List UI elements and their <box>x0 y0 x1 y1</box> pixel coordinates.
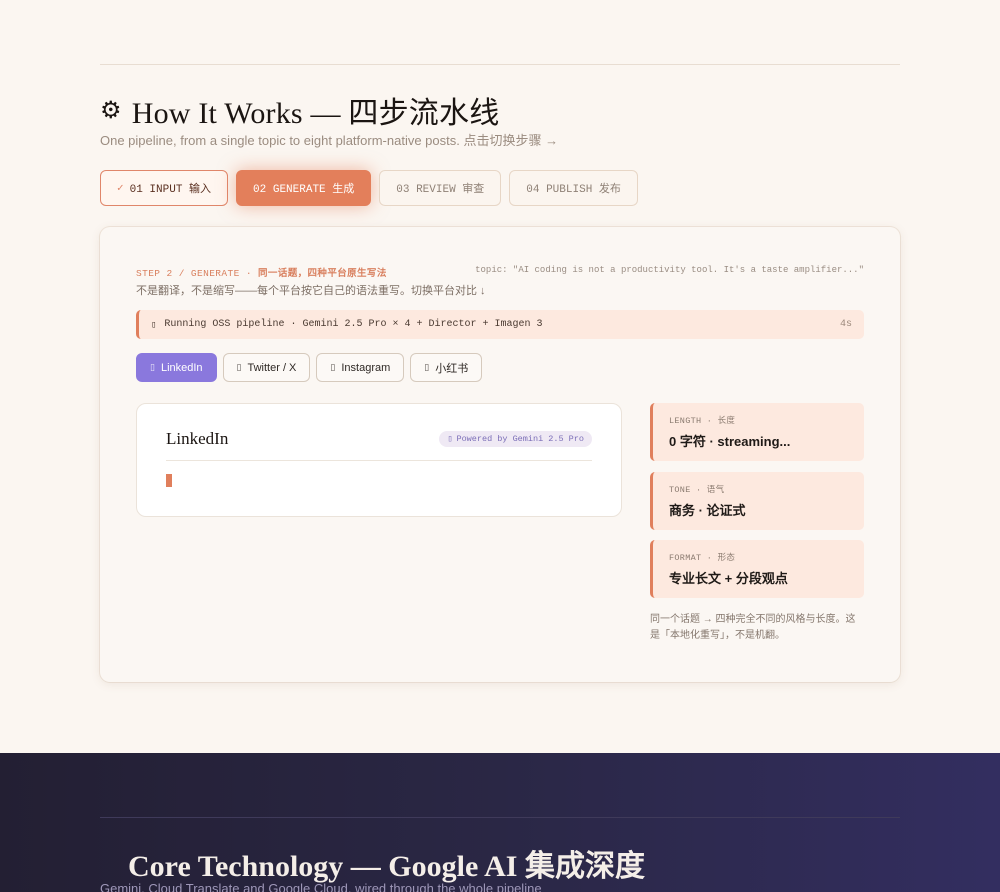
platform-tab-linkedin[interactable]: ▯ LinkedIn <box>136 353 217 382</box>
step-tab-label: 01 INPUT 输入 <box>129 184 212 196</box>
platform-tab-label: Instagram <box>341 361 391 374</box>
step-tab-generate[interactable]: 02 GENERATE 生成 <box>236 170 372 206</box>
step-label-cn: 同一话题，四种平台原生写法 <box>258 268 387 279</box>
check-icon: ✓ <box>117 183 124 195</box>
generate-step-card: STEP 2 / GENERATE · 同一话题，四种平台原生写法 topic:… <box>100 227 900 682</box>
step-tabs: ✓ 01 INPUT 输入 02 GENERATE 生成 03 REVIEW 审… <box>100 170 638 206</box>
section-title: ⚙ How It Works — 四步流水线 <box>100 88 499 132</box>
core-technology-section: Core Technology — Google AI 集成深度 Gemini,… <box>0 753 1000 892</box>
powered-by-text: Powered by Gemini 2.5 Pro <box>456 434 584 444</box>
metric-label: LENGTH · 长度 <box>669 416 736 426</box>
step-description: 不是翻译，不是缩写——每个平台按它自己的语法重写。切换平台对比 ↓ <box>136 285 486 297</box>
topic-text: topic: "AI coding is not a productivity … <box>475 265 864 275</box>
platform-tabs: ▯ LinkedIn ▯ Twitter / X ▯ Instagram ▯ 小… <box>136 353 483 382</box>
section-subtitle[interactable]: One pipeline, from a single topic to eig… <box>100 130 558 149</box>
platform-tab-xiaohongshu[interactable]: ▯ 小红书 <box>410 353 483 382</box>
core-tech-title: Core Technology — Google AI 集成深度 <box>128 850 645 883</box>
linkedin-icon: ▯ <box>150 362 155 372</box>
metric-value: 商务 · 论证式 <box>669 503 746 518</box>
step-tab-review[interactable]: 03 REVIEW 审查 <box>379 170 502 206</box>
section-title-text: How It Works — 四步流水线 <box>131 97 500 130</box>
platform-tab-twitter[interactable]: ▯ Twitter / X <box>222 353 311 382</box>
platform-tab-label: LinkedIn <box>160 361 203 374</box>
platform-tab-instagram[interactable]: ▯ Instagram <box>316 353 405 382</box>
step-tab-input[interactable]: ✓ 01 INPUT 输入 <box>100 170 229 206</box>
streaming-cursor <box>166 474 172 487</box>
instagram-icon: ▯ <box>330 362 336 372</box>
top-divider <box>100 64 900 65</box>
metric-value: 0 字符 · streaming... <box>669 434 791 449</box>
step-tab-label: 03 REVIEW 审查 <box>396 184 485 196</box>
pipeline-icon: ▯ <box>151 319 157 330</box>
preview-divider <box>166 460 592 461</box>
metric-value: 专业长文 + 分段观点 <box>669 571 788 586</box>
step-label: STEP 2 / GENERATE · 同一话题，四种平台原生写法 <box>136 265 387 279</box>
pipeline-text: Running OSS pipeline · Gemini 2.5 Pro × … <box>164 319 543 330</box>
post-preview-panel: LinkedIn ▯ Powered by Gemini 2.5 Pro <box>136 403 622 517</box>
xiaohongshu-icon: ▯ <box>424 362 430 372</box>
preview-title: LinkedIn <box>166 429 229 448</box>
step-tab-label: 04 PUBLISH 发布 <box>526 184 621 196</box>
metric-format: FORMAT · 形态 专业长文 + 分段观点 <box>650 540 864 598</box>
core-tech-subtitle: Gemini, Cloud Translate and Google Cloud… <box>100 881 542 892</box>
step-tab-publish[interactable]: 04 PUBLISH 发布 <box>509 170 638 206</box>
comparison-note: 同一个话题 → 四种完全不同的风格与长度。这是「本地化重写」，不是机翻。 <box>650 614 856 641</box>
gemini-icon: ▯ <box>447 434 453 444</box>
pipeline-status-bar: ▯ Running OSS pipeline · Gemini 2.5 Pro … <box>136 310 864 339</box>
twitter-icon: ▯ <box>236 362 242 372</box>
metric-label: FORMAT · 形态 <box>669 553 736 563</box>
powered-by-badge: ▯ Powered by Gemini 2.5 Pro <box>439 431 592 447</box>
metric-label: TONE · 语气 <box>669 485 725 495</box>
pipeline-timer: 4s <box>839 319 852 330</box>
platform-tab-label: 小红书 <box>435 362 469 375</box>
core-tech-divider <box>100 817 900 818</box>
metric-tone: TONE · 语气 商务 · 论证式 <box>650 472 864 530</box>
step-tab-label: 02 GENERATE 生成 <box>253 184 355 196</box>
metric-length: LENGTH · 长度 0 字符 · streaming... <box>650 403 864 461</box>
step-label-mono: STEP 2 / GENERATE · <box>136 268 259 279</box>
gear-icon: ⚙ <box>100 96 122 124</box>
platform-tab-label: Twitter / X <box>247 361 297 374</box>
